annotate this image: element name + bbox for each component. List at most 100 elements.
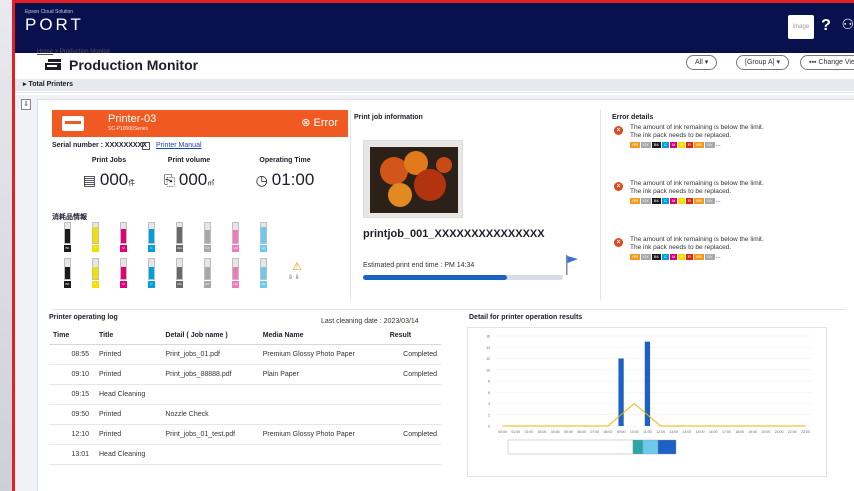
operation-chart: 0 2 4 6 8 10 12 14 16 00:00 01:00 02:00 03:00 04:00 05…: [467, 327, 827, 477]
job-section-title: Print job information: [354, 114, 423, 121]
manual-icon: [142, 142, 150, 150]
ink-tag: GY: [641, 198, 651, 204]
ink-tag: Y: [678, 198, 686, 204]
printer-status: ⊗ Error: [301, 116, 338, 129]
x-tick-label: 19:00: [748, 430, 757, 434]
x-tick-label: 15:00: [696, 430, 705, 434]
operation-chart-svg: 0 2 4 6 8 10 12 14 16 00:00 01:00 02:00 03:00 04:00 05…: [486, 335, 812, 455]
error-line: The amount of ink remaining is below the…: [630, 236, 764, 243]
x-tick-label: 13:00: [669, 430, 678, 434]
breadcrumb-home[interactable]: Home: [37, 49, 53, 55]
table-header-row: Time Title Detail ( Job name ) Media Name Re…: [49, 327, 441, 345]
ink-tag: OR: [693, 198, 704, 204]
table-row[interactable]: 08:55 Printed Print_jobs_01.pdf Premium Glo…: [49, 344, 441, 365]
user-icon[interactable]: ⚇: [841, 16, 854, 33]
ink-tag: C: [662, 198, 670, 204]
log-title: Printer operating log: [49, 314, 118, 321]
x-tick-label: 09:00: [617, 430, 626, 434]
ink-tag: R: [686, 198, 693, 204]
error-x-icon: ×: [614, 238, 623, 247]
maple-leaf-image: [370, 147, 458, 213]
ink-tag: R: [686, 142, 693, 148]
table-cell: Printed: [95, 364, 162, 385]
ink-cartridge: [92, 222, 99, 244]
error-tags: OR GY BK C M Y R OR GY...: [630, 142, 721, 148]
printer-header[interactable]: Printer-03 SC-P10000Series ⊗ Error: [52, 110, 348, 137]
y-tick-label: 6: [488, 391, 490, 395]
table-row[interactable]: 13:01 Head Cleaning: [49, 444, 441, 465]
y-tick-label: 10: [486, 368, 490, 372]
group-select[interactable]: [Group A] ▾: [736, 55, 790, 70]
ink-cartridge: [204, 258, 211, 280]
ink-label: GY: [204, 281, 211, 288]
error-line: The ink pack needs to be replaced.: [630, 188, 732, 195]
content-area: ⇓ Printer-03 SC-P10000Series ⊗ Error Ser…: [15, 95, 854, 491]
error-circle-icon: ⊗: [301, 117, 311, 129]
ink-label: M: [120, 245, 127, 252]
printer-status-label: Error: [313, 117, 338, 129]
ink-tag: C: [662, 254, 670, 260]
image-chip[interactable]: image: [788, 15, 814, 39]
ink-tag: GY: [641, 254, 651, 260]
ink-label: BK: [64, 281, 71, 288]
ink-tag: GY: [704, 198, 715, 204]
y-tick-label: 4: [488, 402, 490, 406]
error-section-title: Error details: [612, 114, 654, 121]
table-row[interactable]: 09:15 Head Cleaning: [49, 384, 441, 405]
clock-icon: ◷: [255, 172, 272, 188]
collapse-toggle-icon[interactable]: ⇓: [21, 99, 31, 110]
help-icon[interactable]: ?: [816, 16, 836, 36]
printer-manual-link[interactable]: Printer Manual: [156, 142, 202, 149]
divider: [600, 110, 601, 300]
ink-tag: BK: [651, 142, 662, 148]
job-end-time: Estimated print end time : PM 14:34: [363, 262, 475, 269]
ink-label: M: [120, 281, 127, 288]
ink-tag: OR: [693, 254, 704, 260]
y-tick-label: 12: [486, 357, 490, 361]
y-tick-label: 8: [488, 380, 490, 384]
y-tick-label: 14: [486, 346, 490, 350]
stat-unit: 件: [128, 180, 136, 187]
change-view-button[interactable]: ▪▪▪ Change View: [800, 55, 854, 70]
operating-log-table: Time Title Detail ( Job name ) Media Name Re…: [49, 327, 441, 465]
table-cell: 08:55: [49, 344, 95, 365]
x-tick-label: 10:00: [630, 430, 639, 434]
table-cell: 09:15: [49, 384, 95, 405]
ink-cartridge: [120, 258, 127, 280]
x-tick-label: 23:00: [801, 430, 810, 434]
column-header: Detail ( Job name ): [161, 327, 259, 345]
x-tick-label: 05:00: [564, 430, 573, 434]
table-cell: 12:10: [49, 424, 95, 445]
ink-cartridge: [64, 222, 71, 244]
error-message: The amount of ink remaining is below the…: [630, 124, 764, 140]
ink-tag: M: [670, 198, 678, 204]
table-cell: Print_jobs_01.pdf: [161, 344, 259, 365]
download-icon: ⇩ ⇩: [288, 275, 300, 281]
ink-tag: BK: [651, 198, 662, 204]
stat-unit: ㎡: [207, 180, 215, 187]
table-cell: Head Cleaning: [95, 444, 162, 465]
consumables-label: 消耗品情報: [52, 214, 87, 221]
breadcrumb: Home > Production Monitor: [37, 49, 110, 55]
ink-tag: GY: [704, 142, 715, 148]
table-row[interactable]: 09:50 Printed Nozzle Check: [49, 404, 441, 425]
ink-tag: OR: [630, 142, 640, 148]
sheet-icon: ⎘: [163, 172, 179, 188]
total-printers-toggle[interactable]: ▸ Total Printers: [15, 79, 854, 91]
filter-all-select[interactable]: All ▾: [686, 55, 718, 70]
brand-logo[interactable]: PORT: [25, 15, 84, 35]
ink-label: LM: [232, 281, 239, 288]
y-tick-label: 2: [488, 413, 490, 417]
table-row[interactable]: 09:10 Printed Print_jobs_88888.pdf Plain Pa…: [49, 364, 441, 385]
timeline-segment: [507, 439, 634, 455]
printer-name: Printer-03: [108, 113, 157, 125]
desktop-edge: [0, 0, 12, 491]
table-row[interactable]: 12:10 Printed Print_jobs_01_test.pdf Premiu…: [49, 424, 441, 445]
error-tags: OR GY BK C M Y R OR GY...: [630, 254, 721, 260]
stat-value: ▤ 000件: [64, 170, 154, 190]
ink-tag: OR: [693, 142, 704, 148]
ink-label: LC: [260, 245, 267, 252]
ink-cartridge: [260, 222, 267, 244]
x-tick-label: 20:00: [762, 430, 771, 434]
ink-tag: C: [662, 142, 670, 148]
